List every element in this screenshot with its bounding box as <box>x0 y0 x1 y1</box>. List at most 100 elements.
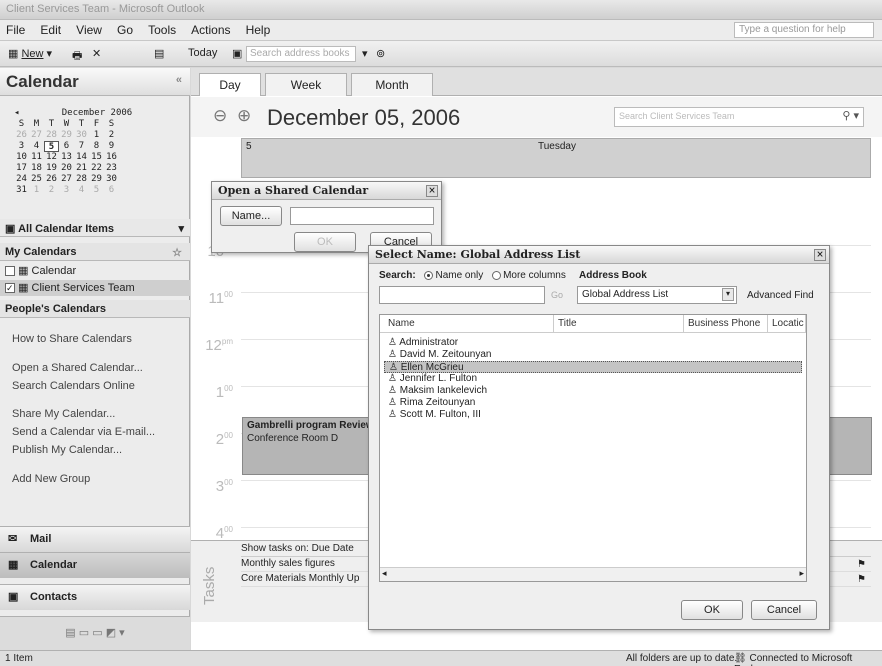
shared-name-input[interactable] <box>290 207 434 225</box>
minical-day[interactable]: 27 <box>59 174 74 185</box>
minical-day[interactable]: 20 <box>59 163 74 174</box>
more-columns-option[interactable]: More columns <box>492 270 566 281</box>
list-item[interactable]: ♙ Maksim Iankelevich <box>384 385 802 397</box>
tab-week[interactable]: Week <box>265 73 347 96</box>
minical-day[interactable]: 30 <box>74 130 89 141</box>
share-my-calendar-link[interactable]: Share My Calendar... <box>12 408 115 420</box>
column-name[interactable]: Name <box>384 315 554 333</box>
flag-icon[interactable]: ⚑ <box>857 559 866 570</box>
new-button[interactable]: ▦ New ▾ <box>4 45 56 63</box>
go-button[interactable]: Go <box>551 290 563 300</box>
shortcuts-icon[interactable]: ▭ <box>92 627 102 639</box>
all-calendar-items[interactable]: ▣ All Calendar Items ▾ <box>0 219 190 237</box>
minical-day[interactable]: 14 <box>74 152 89 163</box>
minical-day[interactable]: 25 <box>29 174 44 185</box>
column-title[interactable]: Title <box>554 315 684 333</box>
menu-go[interactable]: Go <box>111 20 139 40</box>
minical-day[interactable]: 30 <box>104 174 119 185</box>
client-services-checkbox[interactable]: ✓ <box>5 283 15 294</box>
select-ok-button[interactable]: OK <box>681 600 743 620</box>
minical-day[interactable]: 23 <box>104 163 119 174</box>
search-calendar-input[interactable]: Search Client Services Team ⚲ ▾ <box>614 107 864 127</box>
menu-edit[interactable]: Edit <box>34 20 67 40</box>
how-to-share-link[interactable]: How to Share Calendars <box>12 333 132 345</box>
minical-day[interactable]: 31 <box>14 185 29 196</box>
today-button[interactable]: Today <box>184 45 221 63</box>
notes-icon[interactable]: ▤ <box>65 627 75 639</box>
shared-ok-button[interactable]: OK <box>294 232 356 252</box>
more-columns-radio[interactable] <box>492 270 502 280</box>
column-location[interactable]: Locatic <box>768 315 806 333</box>
add-new-group-link[interactable]: Add New Group <box>12 473 90 485</box>
minical-day[interactable]: 11 <box>29 152 44 163</box>
dropdown-icon[interactable]: ▾ <box>358 45 372 63</box>
name-button[interactable]: Name... <box>220 206 282 226</box>
search-icon[interactable]: ⚲ ▾ <box>842 109 859 122</box>
connection-status[interactable]: ⛓ Connected to Microsoft Exchange ▾ <box>734 653 882 666</box>
search-name-input[interactable] <box>379 286 545 304</box>
contacts-nav-button[interactable]: ▣ Contacts <box>0 584 190 610</box>
minical-day[interactable]: 1 <box>29 185 44 196</box>
mail-nav-button[interactable]: ✉ Mail <box>0 526 190 552</box>
calendar-checkbox-item[interactable]: ▦ Calendar <box>5 264 76 277</box>
tab-month[interactable]: Month <box>351 73 433 96</box>
minical-day[interactable]: 4 <box>29 141 44 152</box>
minical-day[interactable]: 2 <box>44 185 59 196</box>
minical-day[interactable]: 26 <box>44 174 59 185</box>
minical-day[interactable]: 6 <box>104 185 119 196</box>
minical-day[interactable]: 8 <box>89 141 104 152</box>
minical-day[interactable]: 10 <box>14 152 29 163</box>
send-calendar-email-link[interactable]: Send a Calendar via E-mail... <box>12 426 155 438</box>
minical-day[interactable]: 21 <box>74 163 89 174</box>
address-book-icon[interactable]: ▤ <box>150 45 168 63</box>
minical-day[interactable]: 1 <box>89 130 104 141</box>
minical-day[interactable]: 4 <box>74 185 89 196</box>
list-item[interactable]: ♙ Scott M. Fulton, III <box>384 409 802 421</box>
minical-day[interactable]: 27 <box>29 130 44 141</box>
minical-day[interactable]: 2 <box>104 130 119 141</box>
menu-file[interactable]: File <box>0 20 31 40</box>
advanced-find-button[interactable]: Advanced Find <box>747 290 814 301</box>
minical-day[interactable]: 24 <box>14 174 29 185</box>
list-item[interactable]: ♙ Administrator <box>384 337 802 349</box>
minical-day[interactable]: 18 <box>29 163 44 174</box>
minical-day[interactable]: 16 <box>104 152 119 163</box>
minical-day[interactable]: 12 <box>44 152 59 163</box>
print-icon[interactable]: 🖶 <box>68 45 86 63</box>
minical-day[interactable]: 15 <box>89 152 104 163</box>
minical-day[interactable]: 17 <box>14 163 29 174</box>
list-item[interactable]: ♙ David M. Zeitounyan <box>384 349 802 361</box>
publish-calendar-link[interactable]: Publish My Calendar... <box>12 444 122 456</box>
chevron-down-icon[interactable]: ▾ <box>722 288 734 301</box>
menu-tools[interactable]: Tools <box>142 20 182 40</box>
horizontal-scrollbar[interactable]: ◂ ▸ <box>380 567 806 581</box>
forward-arrow-icon[interactable]: ⊕ <box>237 106 251 126</box>
client-services-checkbox-item[interactable]: ✓ ▦ Client Services Team <box>0 280 190 296</box>
minical-day[interactable]: 28 <box>74 174 89 185</box>
open-shared-calendar-link[interactable]: Open a Shared Calendar... <box>12 362 143 374</box>
minical-day[interactable]: 3 <box>14 141 29 152</box>
search-calendars-online-link[interactable]: Search Calendars Online <box>12 380 135 392</box>
flag-icon[interactable]: ⚑ <box>857 574 866 585</box>
address-book-select[interactable]: Global Address List ▾ <box>577 286 737 304</box>
back-arrow-icon[interactable]: ⊖ <box>213 106 227 126</box>
menu-help[interactable]: Help <box>240 20 277 40</box>
minical-day[interactable]: 7 <box>74 141 89 152</box>
calendar-nav-button[interactable]: ▦ Calendar <box>0 552 190 578</box>
name-only-option[interactable]: Name only <box>424 270 483 281</box>
calendar-checkbox[interactable] <box>5 266 15 277</box>
minical-day[interactable]: 9 <box>104 141 119 152</box>
minical-day[interactable]: 6 <box>59 141 74 152</box>
minical-day[interactable]: 26 <box>14 130 29 141</box>
list-item[interactable]: ♙ Ellen McGrieu <box>384 361 802 373</box>
my-calendars-header[interactable]: My Calendars ☆ <box>0 243 190 261</box>
scroll-left-icon[interactable]: ◂ <box>382 568 387 579</box>
search-address-books-input[interactable]: Search address books <box>246 46 356 62</box>
help-icon[interactable]: ⊚ <box>372 45 389 63</box>
help-search-input[interactable]: Type a question for help <box>734 22 874 38</box>
select-cancel-button[interactable]: Cancel <box>751 600 817 620</box>
minical-day[interactable]: 5 <box>44 141 59 152</box>
list-item[interactable]: ♙ Jennifer L. Fulton <box>384 373 802 385</box>
journal-icon[interactable]: ◩ <box>106 627 116 639</box>
minical-day[interactable]: 3 <box>59 185 74 196</box>
